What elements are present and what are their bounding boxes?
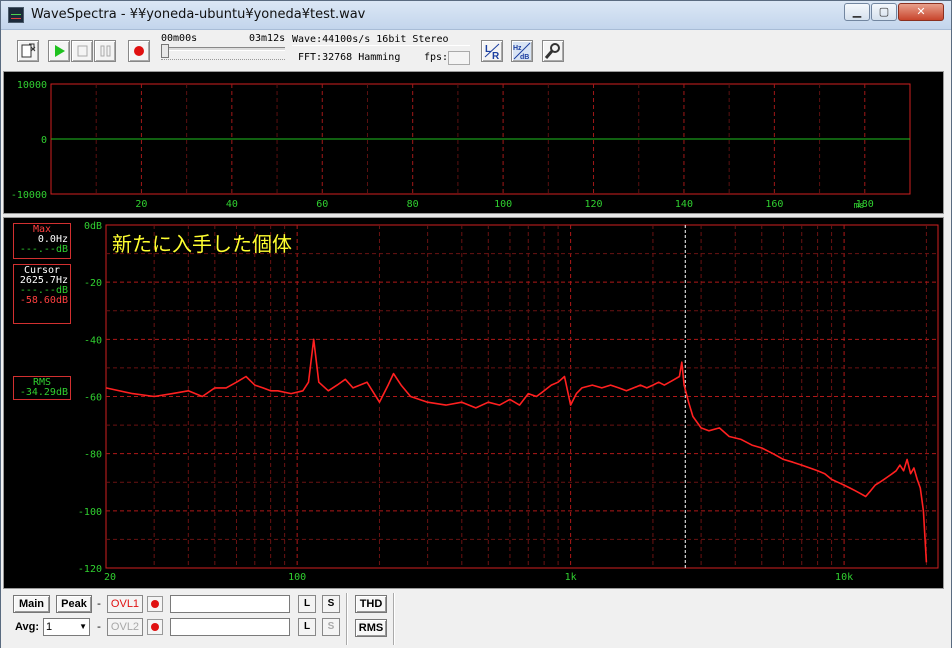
- record-ch1-icon[interactable]: [147, 596, 163, 612]
- spectrum-y-tick: -80: [84, 450, 102, 461]
- ch2-s-button[interactable]: S: [322, 618, 340, 636]
- ovl2-indicator: OVL2: [107, 618, 143, 636]
- waveform-x-tick: 160: [765, 199, 783, 210]
- dash-2: -: [97, 620, 101, 633]
- spectrum-x-tick: 10k: [835, 572, 853, 583]
- peak-button[interactable]: Peak: [56, 595, 92, 613]
- divider-2: [393, 593, 395, 645]
- waveform-x-tick: 100: [494, 199, 512, 210]
- ch2-l-button[interactable]: L: [298, 618, 316, 636]
- wave-format: Wave:44100s/s 16bit Stereo: [292, 34, 470, 46]
- spectrum-y-tick: -120: [78, 564, 102, 575]
- waveform-panel[interactable]: 20 40 60 80 100 120 140 160 180 ms 10000 0 -10000: [3, 71, 944, 214]
- spectrum-panel[interactable]: 0dB -20 -40 -60 -80 -100 -120 20 100 1k 10k Max 0.…: [3, 217, 944, 589]
- open-file-button[interactable]: [17, 40, 39, 62]
- seek-track[interactable]: [161, 47, 285, 51]
- fps-label: fps:: [424, 52, 449, 63]
- svg-text:Hz: Hz: [513, 45, 522, 52]
- stop-icon: [77, 45, 88, 57]
- chevron-down-icon: ▼: [79, 622, 87, 631]
- lr-icon: L R: [484, 43, 500, 62]
- waveform-x-tick: 120: [584, 199, 602, 210]
- avg-select[interactable]: 1 ▼: [43, 618, 90, 636]
- bottom-controls: Main Peak - OVL1 L S Avg: 1 ▼ - OVL2 L S…: [1, 591, 951, 648]
- stop-button[interactable]: [71, 40, 93, 62]
- seek-thumb[interactable]: [161, 44, 169, 58]
- ch1-s-button[interactable]: S: [322, 595, 340, 613]
- spectrum-y-tick: -40: [84, 335, 102, 346]
- record-button[interactable]: [128, 40, 150, 62]
- spectrum-x-tick: 100: [288, 572, 306, 583]
- play-button[interactable]: [48, 40, 70, 62]
- svg-text:L: L: [485, 44, 491, 55]
- rms-level: -34.29dB: [19, 387, 68, 398]
- hz-db-icon: Hz dB: [513, 42, 531, 61]
- spectrum-y-tick: -60: [84, 393, 102, 404]
- avg-label: Avg:: [15, 621, 40, 633]
- ch1-l-button[interactable]: L: [298, 595, 316, 613]
- maximize-button[interactable]: ▢: [871, 3, 897, 21]
- settings-button[interactable]: [542, 40, 564, 62]
- cursor-info-box: Cursor 2625.7Hz ---.--dB -58.60dB: [13, 264, 71, 324]
- title-bar[interactable]: WaveSpectra - ¥¥yoneda-ubuntu¥yoneda¥tes…: [1, 1, 951, 30]
- max-level: ---.--dB: [19, 244, 68, 255]
- waveform-y-tick: 0: [41, 135, 47, 146]
- fps-value: [448, 51, 470, 65]
- open-file-icon: [21, 43, 36, 58]
- app-icon: [8, 7, 24, 23]
- close-button[interactable]: ✕: [898, 3, 944, 21]
- waveform-x-unit: ms: [854, 201, 865, 211]
- play-icon: [55, 45, 65, 57]
- waveform-plot[interactable]: 20 40 60 80 100 120 140 160 180ms100000-10000: [4, 72, 943, 213]
- seek-ticks: [161, 59, 285, 63]
- thd-button[interactable]: THD: [355, 595, 387, 613]
- spectrum-annotation: 新たに入手した個体: [112, 232, 292, 256]
- time-end: 03m12s: [249, 33, 286, 44]
- waveform-y-tick: 10000: [17, 80, 47, 91]
- channel-lr-button[interactable]: L R: [481, 40, 503, 62]
- pause-icon: [100, 45, 111, 57]
- dash-1: -: [97, 597, 101, 610]
- main-button[interactable]: Main: [13, 595, 50, 613]
- spectrum-series-line: [105, 338, 928, 563]
- hz-db-button[interactable]: Hz dB: [511, 40, 533, 62]
- window-title: WaveSpectra - ¥¥yoneda-ubuntu¥yoneda¥tes…: [31, 7, 366, 22]
- waveform-x-tick: 40: [226, 199, 238, 210]
- ovl1-indicator: OVL1: [107, 595, 143, 613]
- rms-button[interactable]: RMS: [355, 619, 387, 637]
- waveform-x-tick: 140: [675, 199, 693, 210]
- level-meter-2: [170, 618, 290, 636]
- wrench-icon: [544, 43, 560, 59]
- waveform-x-tick: 20: [135, 199, 147, 210]
- waveform-x-tick: 60: [316, 199, 328, 210]
- toolbar: 00m00s 03m12s Wave:44100s/s 16bit Stereo…: [1, 31, 951, 71]
- time-start: 00m00s: [161, 33, 198, 44]
- rms-info-box: RMS -34.29dB: [13, 376, 71, 400]
- max-info-box: Max 0.0Hz ---.--dB: [13, 223, 71, 259]
- fft-settings: FFT:32768 Hamming: [298, 52, 401, 63]
- spectrum-y-tick: 0dB: [84, 221, 102, 232]
- pause-button[interactable]: [94, 40, 116, 62]
- svg-text:dB: dB: [520, 54, 529, 61]
- spectrum-plot[interactable]: 0dB -20 -40 -60 -80 -100 -12020 100 1k 10k: [4, 218, 943, 588]
- divider: [346, 593, 348, 645]
- app-window: WaveSpectra - ¥¥yoneda-ubuntu¥yoneda¥tes…: [0, 0, 952, 648]
- spectrum-y-tick: -100: [78, 507, 102, 518]
- level-meter-1: [170, 595, 290, 613]
- spectrum-x-tick: 20: [104, 572, 116, 583]
- spectrum-y-tick: -20: [84, 278, 102, 289]
- svg-text:R: R: [492, 51, 500, 61]
- record-icon: [134, 46, 144, 56]
- cursor-level-b: -58.60dB: [19, 295, 68, 306]
- minimize-button[interactable]: ▁: [844, 3, 870, 21]
- record-ch2-icon[interactable]: [147, 619, 163, 635]
- spectrum-x-tick: 1k: [565, 572, 577, 583]
- waveform-x-tick: 80: [407, 199, 419, 210]
- waveform-y-tick: -10000: [11, 190, 47, 201]
